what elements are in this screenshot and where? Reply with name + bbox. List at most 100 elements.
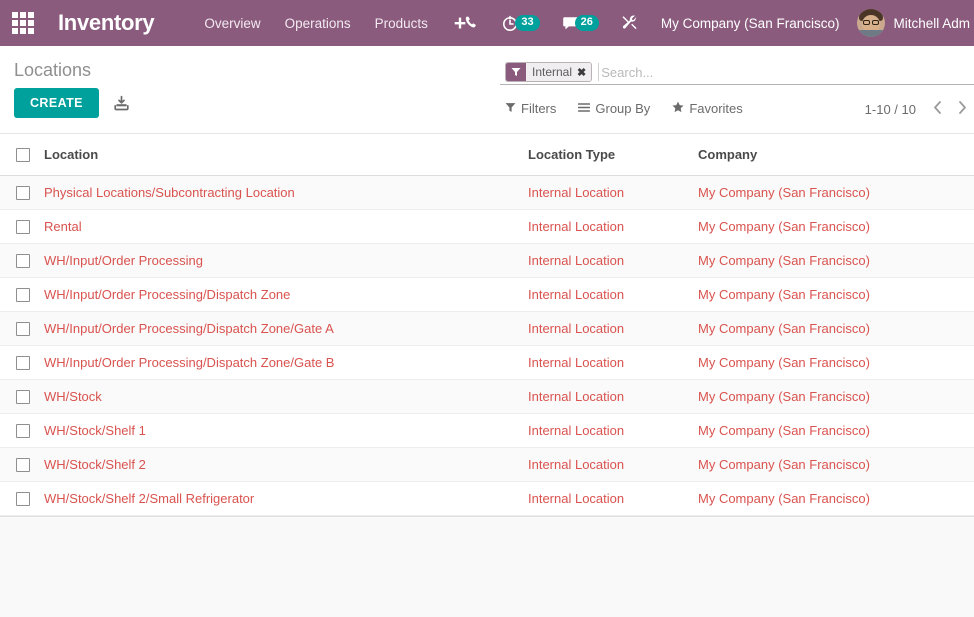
chevron-right-icon[interactable] [951, 101, 974, 118]
row-checkbox[interactable] [16, 185, 30, 200]
cell-location[interactable]: WH/Input/Order Processing/Dispatch Zone/… [44, 311, 528, 346]
row-select-cell [0, 209, 44, 244]
row-select-cell [0, 345, 44, 380]
messaging-menu-toggle[interactable]: 26 [551, 14, 610, 32]
menu-item-overview[interactable]: Overview [192, 10, 272, 37]
favorites-dropdown-toggle[interactable]: Favorites [672, 97, 754, 120]
filter-funnel-icon [506, 63, 526, 81]
cell-company[interactable]: My Company (San Francisco) [698, 243, 974, 278]
cell-location-type[interactable]: Internal Location [528, 379, 698, 414]
cell-location[interactable]: Physical Locations/Subcontracting Locati… [44, 175, 528, 210]
create-button[interactable]: CREATE [14, 88, 99, 118]
table-row[interactable]: WH/Input/Order Processing/Dispatch Zone/… [0, 311, 974, 346]
page-filler [0, 517, 974, 617]
table-row[interactable]: WH/Input/Order Processing Internal Locati… [0, 243, 974, 278]
row-select-cell [0, 379, 44, 414]
groupby-dropdown-toggle[interactable]: Group By [578, 97, 662, 120]
menu-item-products[interactable]: Products [363, 10, 440, 37]
cell-location-type[interactable]: Internal Location [528, 311, 698, 346]
activity-count-badge: 33 [515, 14, 540, 32]
table-row[interactable]: WH/Input/Order Processing/Dispatch Zone/… [0, 345, 974, 380]
select-all-header [0, 134, 44, 176]
apps-menu-toggle[interactable] [0, 0, 46, 46]
cell-company[interactable]: My Company (San Francisco) [698, 447, 974, 482]
company-switcher[interactable]: My Company (San Francisco) [649, 16, 852, 31]
cell-location[interactable]: WH/Stock/Shelf 2 [44, 447, 528, 482]
table-row[interactable]: WH/Stock/Shelf 1 Internal Location My Comp… [0, 413, 974, 448]
row-checkbox[interactable] [16, 321, 30, 336]
cell-location[interactable]: WH/Input/Order Processing/Dispatch Zone [44, 277, 528, 312]
favorites-label: Favorites [689, 101, 743, 116]
cell-company[interactable]: My Company (San Francisco) [698, 277, 974, 312]
column-header-location-type[interactable]: Location Type [528, 134, 698, 176]
table-row[interactable]: WH/Stock Internal Location My Company (San… [0, 379, 974, 414]
import-download-icon[interactable] [113, 95, 130, 112]
facet-text: Internal [532, 65, 573, 79]
column-header-company[interactable]: Company [698, 134, 974, 176]
cell-location-type[interactable]: Internal Location [528, 481, 698, 516]
row-checkbox[interactable] [16, 491, 30, 506]
cell-location[interactable]: WH/Input/Order Processing/Dispatch Zone/… [44, 345, 528, 380]
cell-location[interactable]: Rental [44, 209, 528, 244]
table-row[interactable]: Physical Locations/Subcontracting Locati… [0, 175, 974, 210]
phone-icon[interactable] [453, 15, 491, 31]
filters-dropdown-toggle[interactable]: Filters [505, 97, 568, 120]
groupby-label: Group By [595, 101, 651, 116]
table-row[interactable]: Rental Internal Location My Company (San F… [0, 209, 974, 244]
cell-location-type[interactable]: Internal Location [528, 345, 698, 380]
row-select-cell [0, 481, 44, 516]
cell-location[interactable]: WH/Input/Order Processing [44, 243, 528, 278]
row-select-cell [0, 277, 44, 312]
row-checkbox[interactable] [16, 287, 30, 302]
cell-location[interactable]: WH/Stock/Shelf 2/Small Refrigerator [44, 481, 528, 516]
cell-company[interactable]: My Company (San Francisco) [698, 379, 974, 414]
row-select-cell [0, 447, 44, 482]
row-select-cell [0, 175, 44, 210]
row-checkbox[interactable] [16, 355, 30, 370]
select-all-checkbox[interactable] [16, 147, 30, 162]
search-panel: Internal ✖ Filters Group By [500, 46, 974, 134]
user-name-label: Mitchell Adm [893, 15, 970, 31]
column-header-location[interactable]: Location [44, 134, 528, 176]
search-input[interactable] [598, 63, 974, 81]
row-checkbox[interactable] [16, 389, 30, 404]
row-checkbox[interactable] [16, 423, 30, 438]
cell-company[interactable]: My Company (San Francisco) [698, 345, 974, 380]
cell-company[interactable]: My Company (San Francisco) [698, 413, 974, 448]
search-facet-internal[interactable]: Internal ✖ [505, 62, 593, 82]
cell-company[interactable]: My Company (San Francisco) [698, 175, 974, 210]
filter-funnel-icon [505, 101, 516, 116]
user-avatar [857, 9, 886, 37]
cell-location-type[interactable]: Internal Location [528, 175, 698, 210]
cell-location-type[interactable]: Internal Location [528, 447, 698, 482]
facet-remove-icon[interactable]: ✖ [577, 66, 586, 79]
menu-item-operations[interactable]: Operations [273, 10, 363, 37]
cell-location-type[interactable]: Internal Location [528, 413, 698, 448]
locations-table: Location Location Type Company Physical … [0, 134, 974, 516]
cell-company[interactable]: My Company (San Francisco) [698, 209, 974, 244]
table-row[interactable]: WH/Stock/Shelf 2/Small Refrigerator Inter… [0, 481, 974, 516]
chevron-left-icon[interactable] [926, 101, 949, 118]
activity-menu-toggle[interactable]: 33 [491, 14, 550, 32]
pager: 1-10 / 10 [865, 97, 974, 118]
user-menu-toggle[interactable]: Mitchell Adm [851, 9, 974, 37]
facet-label: Internal ✖ [526, 63, 592, 81]
cell-location-type[interactable]: Internal Location [528, 277, 698, 312]
table-row[interactable]: WH/Input/Order Processing/Dispatch Zone I… [0, 277, 974, 312]
app-brand-title[interactable]: Inventory [46, 10, 168, 36]
pager-counter[interactable]: 1-10 / 10 [865, 102, 924, 117]
cell-company[interactable]: My Company (San Francisco) [698, 311, 974, 346]
search-buttons: Filters Group By Favorites 1-10 / 10 [500, 97, 974, 120]
row-checkbox[interactable] [16, 253, 30, 268]
table-row[interactable]: WH/Stock/Shelf 2 Internal Location My Comp… [0, 447, 974, 482]
table-header: Location Location Type Company [0, 134, 974, 176]
debug-tools-icon[interactable] [610, 14, 649, 32]
row-checkbox[interactable] [16, 219, 30, 234]
cell-location[interactable]: WH/Stock [44, 379, 528, 414]
cell-location-type[interactable]: Internal Location [528, 209, 698, 244]
search-view[interactable]: Internal ✖ [500, 60, 974, 85]
cell-company[interactable]: My Company (San Francisco) [698, 481, 974, 516]
cell-location-type[interactable]: Internal Location [528, 243, 698, 278]
row-checkbox[interactable] [16, 457, 30, 472]
cell-location[interactable]: WH/Stock/Shelf 1 [44, 413, 528, 448]
